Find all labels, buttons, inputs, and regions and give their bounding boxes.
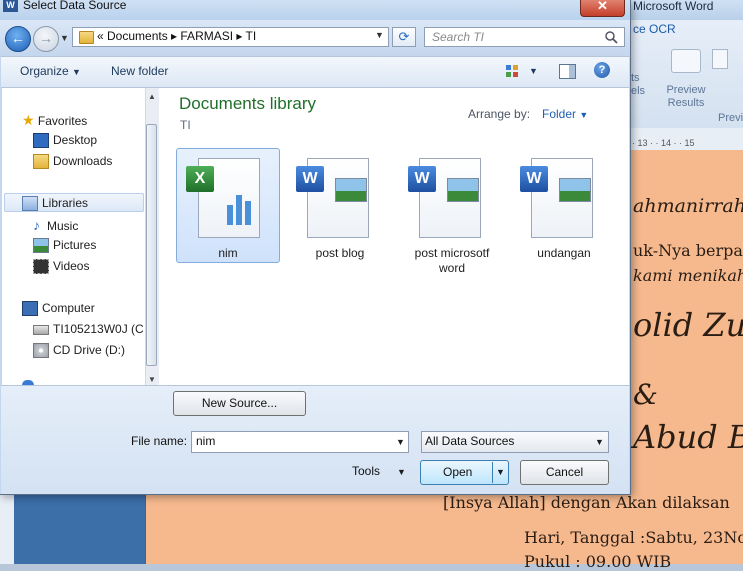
file-type-filter-value: All Data Sources <box>425 434 515 448</box>
arrange-by-value: Folder <box>542 107 577 121</box>
organize-label: Organize <box>20 64 69 78</box>
libraries-icon <box>22 196 38 211</box>
star-icon: ★ <box>22 112 35 128</box>
arrange-by-label: Arrange by: <box>468 107 531 121</box>
pictures-icon <box>33 238 49 253</box>
nav-item-libraries[interactable]: Libraries <box>22 196 88 211</box>
word-picture-icon <box>335 178 367 202</box>
doc-line-3: kami menikahk <box>633 266 743 285</box>
back-button[interactable]: ← <box>5 26 31 52</box>
refresh-button[interactable]: ⟳ <box>392 27 416 47</box>
close-button[interactable]: ✕ <box>580 0 625 17</box>
ribbon-button-icon[interactable] <box>712 49 728 69</box>
organize-button[interactable]: Organize ▼ <box>20 64 81 78</box>
music-icon: ♪ <box>33 217 40 233</box>
word-ribbon-left-labels: ts els <box>631 72 646 97</box>
doc-line-2: uk-Nya berpa <box>633 241 743 260</box>
folder-icon <box>79 31 94 44</box>
doc-line-6: Abud Ba <box>633 418 743 456</box>
file-name-post-microsotf-word[interactable]: post microsotf word <box>402 246 502 276</box>
word-app-icon: W <box>3 0 18 12</box>
doc-line-9: Pukul : 09.00 WIB <box>524 552 672 571</box>
ruler-marks: · 13 · · 14 · · 15 <box>632 138 695 148</box>
preview-results-icon[interactable] <box>671 49 701 73</box>
word-badge-icon: W <box>408 166 436 192</box>
word-title: Microsoft Word <box>628 0 743 20</box>
preview-pane-icon[interactable] <box>559 64 576 79</box>
help-icon[interactable]: ? <box>594 62 610 78</box>
doc-line-5: & <box>633 378 658 411</box>
ribbon-group-label: Previ <box>718 112 743 124</box>
preview-results-label[interactable]: Preview Results <box>665 84 707 110</box>
arrange-dropdown-icon: ▼ <box>579 110 589 120</box>
library-subtitle: TI <box>180 118 191 132</box>
doc-line-7: [Insya Allah] dengan Akan dilaksan <box>443 493 730 512</box>
open-dropdown-icon[interactable]: ▼ <box>496 467 505 477</box>
views-dropdown-icon[interactable]: ▼ <box>529 66 538 76</box>
open-label: Open <box>443 465 473 479</box>
downloads-folder-icon <box>33 154 49 169</box>
nav-favorites-label: Favorites <box>37 114 88 128</box>
recent-pages-dropdown[interactable]: ▼ <box>60 33 69 43</box>
nav-item-videos[interactable]: Videos <box>33 259 89 274</box>
file-name-value: nim <box>196 434 216 448</box>
search-icon[interactable] <box>604 30 618 44</box>
open-split-divider <box>492 462 493 483</box>
word-badge-icon: W <box>520 166 548 192</box>
word-picture-icon <box>447 178 479 202</box>
word-badge-icon: W <box>296 166 324 192</box>
cancel-button[interactable]: Cancel <box>520 460 609 485</box>
address-dropdown-icon[interactable]: ▼ <box>375 30 384 40</box>
new-source-button[interactable]: New Source... <box>173 391 306 416</box>
doc-line-1: ahmanirrah <box>633 195 743 217</box>
nav-item-computer[interactable]: Computer <box>22 301 95 316</box>
nav-item-favorites[interactable]: ★ Favorites <box>22 112 87 129</box>
nav-item-desktop[interactable]: Desktop <box>33 133 97 148</box>
computer-icon <box>22 301 38 316</box>
breadcrumb[interactable]: « Documents ▸ FARMASI ▸ TI <box>97 29 256 43</box>
cd-drive-icon <box>33 343 49 358</box>
new-folder-button[interactable]: New folder <box>111 64 168 78</box>
file-name-post-blog[interactable]: post blog <box>290 246 390 261</box>
file-name-nim: nim <box>218 246 238 260</box>
nav-pane-scrollbar-thumb[interactable] <box>146 124 157 366</box>
scroll-down-icon[interactable]: ▼ <box>148 375 156 384</box>
scroll-up-icon[interactable]: ▲ <box>148 92 156 101</box>
dialog-title: Select Data Source <box>23 0 127 12</box>
search-placeholder: Search TI <box>432 30 485 44</box>
nav-item-pictures[interactable]: Pictures <box>33 238 96 253</box>
forward-button[interactable]: → <box>33 26 59 52</box>
tools-button[interactable]: Tools <box>352 464 380 478</box>
doc-line-4: olid Zul <box>633 306 743 344</box>
word-ribbon-tab[interactable]: ce OCR <box>628 22 743 39</box>
filter-dropdown-icon[interactable]: ▼ <box>595 437 604 447</box>
organize-dropdown-icon: ▼ <box>72 67 81 77</box>
nav-item-downloads[interactable]: Downloads <box>33 154 112 169</box>
file-name-label: File name: <box>131 434 188 448</box>
change-view-icon[interactable] <box>505 64 519 78</box>
nav-item-music[interactable]: ♪ Music <box>33 217 78 233</box>
arrange-by-dropdown[interactable]: Folder ▼ <box>542 107 588 121</box>
file-name-input[interactable] <box>191 431 409 453</box>
nav-music-label: Music <box>47 219 79 233</box>
tools-dropdown-icon[interactable]: ▼ <box>397 467 406 477</box>
nav-item-drive-c[interactable]: TI105213W0J (C: <box>33 322 143 336</box>
word-ruler: · 13 · · 14 · · 15 <box>628 128 743 151</box>
desktop-icon <box>33 133 49 148</box>
hard-drive-icon <box>33 325 49 335</box>
videos-icon <box>33 259 49 274</box>
file-name-dropdown-icon[interactable]: ▼ <box>396 437 405 447</box>
nav-item-cd-drive[interactable]: CD Drive (D:) <box>33 343 125 358</box>
library-title: Documents library <box>179 94 316 113</box>
word-vertical-ruler <box>0 483 14 564</box>
doc-line-8: Hari, Tanggal :Sabtu, 23Nov <box>524 528 743 547</box>
file-name-undangan[interactable]: undangan <box>514 246 614 261</box>
word-picture-icon <box>559 178 591 202</box>
word-left-panel <box>0 483 145 564</box>
excel-badge-icon: X <box>186 166 214 192</box>
nav-drive-c-label: TI105213W0J (C: <box>53 322 143 336</box>
